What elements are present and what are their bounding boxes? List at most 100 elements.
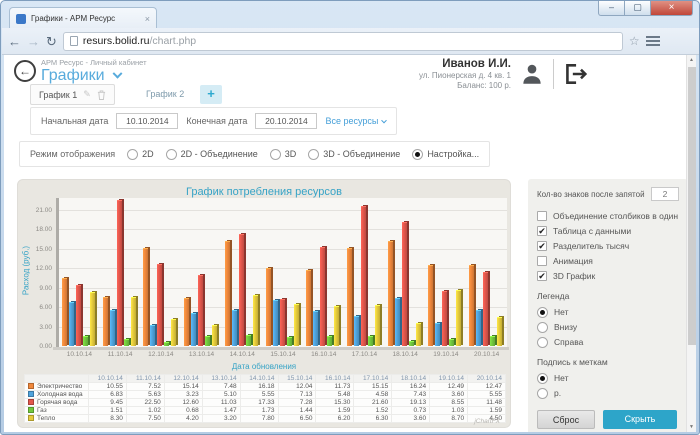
- decimals-input[interactable]: [651, 187, 679, 201]
- bar-Электричество: [225, 241, 230, 346]
- address-bar[interactable]: resurs.bolid.ru/chart.php: [63, 32, 623, 51]
- back-button[interactable]: ←: [14, 60, 36, 82]
- mode-option[interactable]: 2D: [127, 149, 154, 160]
- mode-option-radio[interactable]: [166, 149, 177, 160]
- scroll-down-icon[interactable]: ▼: [687, 422, 696, 432]
- mode-option[interactable]: 2D - Объединение: [166, 149, 258, 160]
- checkbox[interactable]: [537, 256, 547, 266]
- legend-option[interactable]: Нет: [537, 305, 679, 319]
- bookmark-star-icon[interactable]: ☆: [629, 34, 640, 48]
- browser-tab[interactable]: Графики - АРМ Ресурс ×: [9, 7, 157, 29]
- hide-button[interactable]: Скрыть: [603, 410, 677, 429]
- scrollbar-thumb[interactable]: [688, 67, 696, 345]
- series-value: 1.44: [278, 407, 316, 415]
- table-date-header: 13.10.14: [202, 375, 240, 383]
- mode-option-radio[interactable]: [412, 149, 423, 160]
- delete-trash-icon[interactable]: [97, 90, 106, 100]
- series-value: 7.28: [278, 399, 316, 407]
- edit-pencil-icon[interactable]: ✎: [83, 89, 91, 100]
- page-scrollbar[interactable]: ▲ ▼: [686, 55, 696, 432]
- reset-button[interactable]: Сброс: [537, 410, 595, 429]
- checkbox[interactable]: ✔: [537, 241, 547, 251]
- reload-icon[interactable]: ↻: [46, 35, 57, 48]
- bar-Горячая вода: [483, 272, 488, 346]
- bar-Тепло: [497, 317, 502, 346]
- bar-Газ: [124, 339, 129, 346]
- settings-checkbox-row[interactable]: ✔Разделитель тысяч: [537, 239, 679, 253]
- bar-Электричество: [143, 248, 148, 346]
- labels-section-label: Подпись к меткам: [537, 357, 679, 367]
- settings-checkbox-row[interactable]: Анимация: [537, 254, 679, 268]
- checkbox[interactable]: ✔: [537, 271, 547, 281]
- panel-buttons: Сброс Скрыть: [537, 410, 679, 429]
- y-axis-tick: 6.00: [18, 304, 52, 311]
- chevron-down-icon: [382, 118, 388, 124]
- series-value: 4.58: [354, 391, 392, 399]
- page-content: ← АРМ Ресурс - Личный кабинет Графики Ив…: [4, 55, 688, 432]
- series-value: 5.63: [126, 391, 164, 399]
- user-info: Иванов И.И. ул. Пионерская д. 4 кв. 1 Ба…: [419, 58, 511, 90]
- chevron-down-icon[interactable]: [112, 69, 122, 79]
- back-nav-icon[interactable]: ←: [8, 35, 21, 48]
- x-axis-tick: 13.10.14: [181, 351, 222, 358]
- start-date-input[interactable]: [116, 113, 178, 129]
- checkbox-label: Объединение столбиков в один: [553, 211, 678, 221]
- mode-option[interactable]: Настройка...: [412, 149, 479, 160]
- series-value: 15.15: [354, 383, 392, 391]
- checkbox[interactable]: ✔: [537, 226, 547, 236]
- mode-option-radio[interactable]: [270, 149, 281, 160]
- user-profile-icon[interactable]: [519, 61, 545, 87]
- all-resources-link[interactable]: Все ресурсы: [325, 116, 386, 126]
- settings-checkbox-row[interactable]: ✔3D График: [537, 269, 679, 283]
- browser-window: Графики - АРМ Ресурс × – ▢ × ← → ↻ resur…: [0, 0, 700, 435]
- tab-grafik-1[interactable]: График 1 ✎: [30, 84, 115, 105]
- mode-option-radio[interactable]: [127, 149, 138, 160]
- scroll-up-icon[interactable]: ▲: [687, 55, 696, 65]
- series-value: 1.03: [430, 407, 468, 415]
- legend-option-radio[interactable]: [537, 322, 548, 333]
- bar-Электричество: [62, 278, 67, 346]
- table-row: Тепло8.307.504.203.207.806.506.206.303.6…: [25, 415, 506, 423]
- mode-option[interactable]: 3D: [270, 149, 297, 160]
- checkbox[interactable]: [537, 211, 547, 221]
- forward-nav-icon[interactable]: →: [27, 35, 40, 48]
- mode-option-radio[interactable]: [308, 149, 319, 160]
- add-chart-button[interactable]: +: [200, 85, 222, 104]
- legend-option[interactable]: Внизу: [537, 320, 679, 334]
- maximize-button[interactable]: ▢: [625, 1, 651, 16]
- series-value: 5.10: [202, 391, 240, 399]
- labels-option-radio[interactable]: [537, 388, 548, 399]
- series-value: 12.47: [468, 383, 506, 391]
- series-value: 17.33: [240, 399, 278, 407]
- labels-option[interactable]: р.: [537, 386, 679, 400]
- x-axis-tick: 10.10.14: [59, 351, 100, 358]
- labels-options: Нетр.: [537, 371, 679, 400]
- logout-icon[interactable]: [562, 61, 588, 87]
- display-mode-options: 2D 2D - Объединение 3D 3D - Объединение Наст…: [127, 149, 479, 160]
- table-corner: [25, 375, 89, 383]
- settings-panel: Кол-во знаков после запятой Объединение …: [528, 179, 688, 432]
- tab-close-icon[interactable]: ×: [145, 14, 150, 24]
- series-value: 4.20: [164, 415, 202, 423]
- bar-Горячая вода: [280, 299, 285, 346]
- settings-checkbox-row[interactable]: Объединение столбиков в один: [537, 209, 679, 223]
- close-button[interactable]: ×: [651, 1, 693, 16]
- mode-option[interactable]: 3D - Объединение: [308, 149, 400, 160]
- chart-title: График потребления ресурсов: [18, 186, 510, 198]
- tab-grafik-2[interactable]: График 2: [146, 89, 184, 99]
- table-date-header: 17.10.14: [354, 375, 392, 383]
- settings-checkbox-row[interactable]: ✔Таблица с данными: [537, 224, 679, 238]
- minimize-button[interactable]: –: [598, 1, 625, 16]
- page-title[interactable]: Графики: [41, 67, 121, 85]
- labels-option-radio[interactable]: [537, 373, 548, 384]
- bar-Холодная вода: [354, 316, 359, 346]
- browser-menu-icon[interactable]: [646, 36, 660, 46]
- legend-option[interactable]: Справа: [537, 335, 679, 349]
- end-date-input[interactable]: [255, 113, 317, 129]
- series-value: 6.20: [316, 415, 354, 423]
- labels-option[interactable]: Нет: [537, 371, 679, 385]
- legend-option-radio[interactable]: [537, 337, 548, 348]
- bar-Холодная вода: [191, 313, 196, 346]
- series-value: 8.55: [430, 399, 468, 407]
- legend-option-radio[interactable]: [537, 307, 548, 318]
